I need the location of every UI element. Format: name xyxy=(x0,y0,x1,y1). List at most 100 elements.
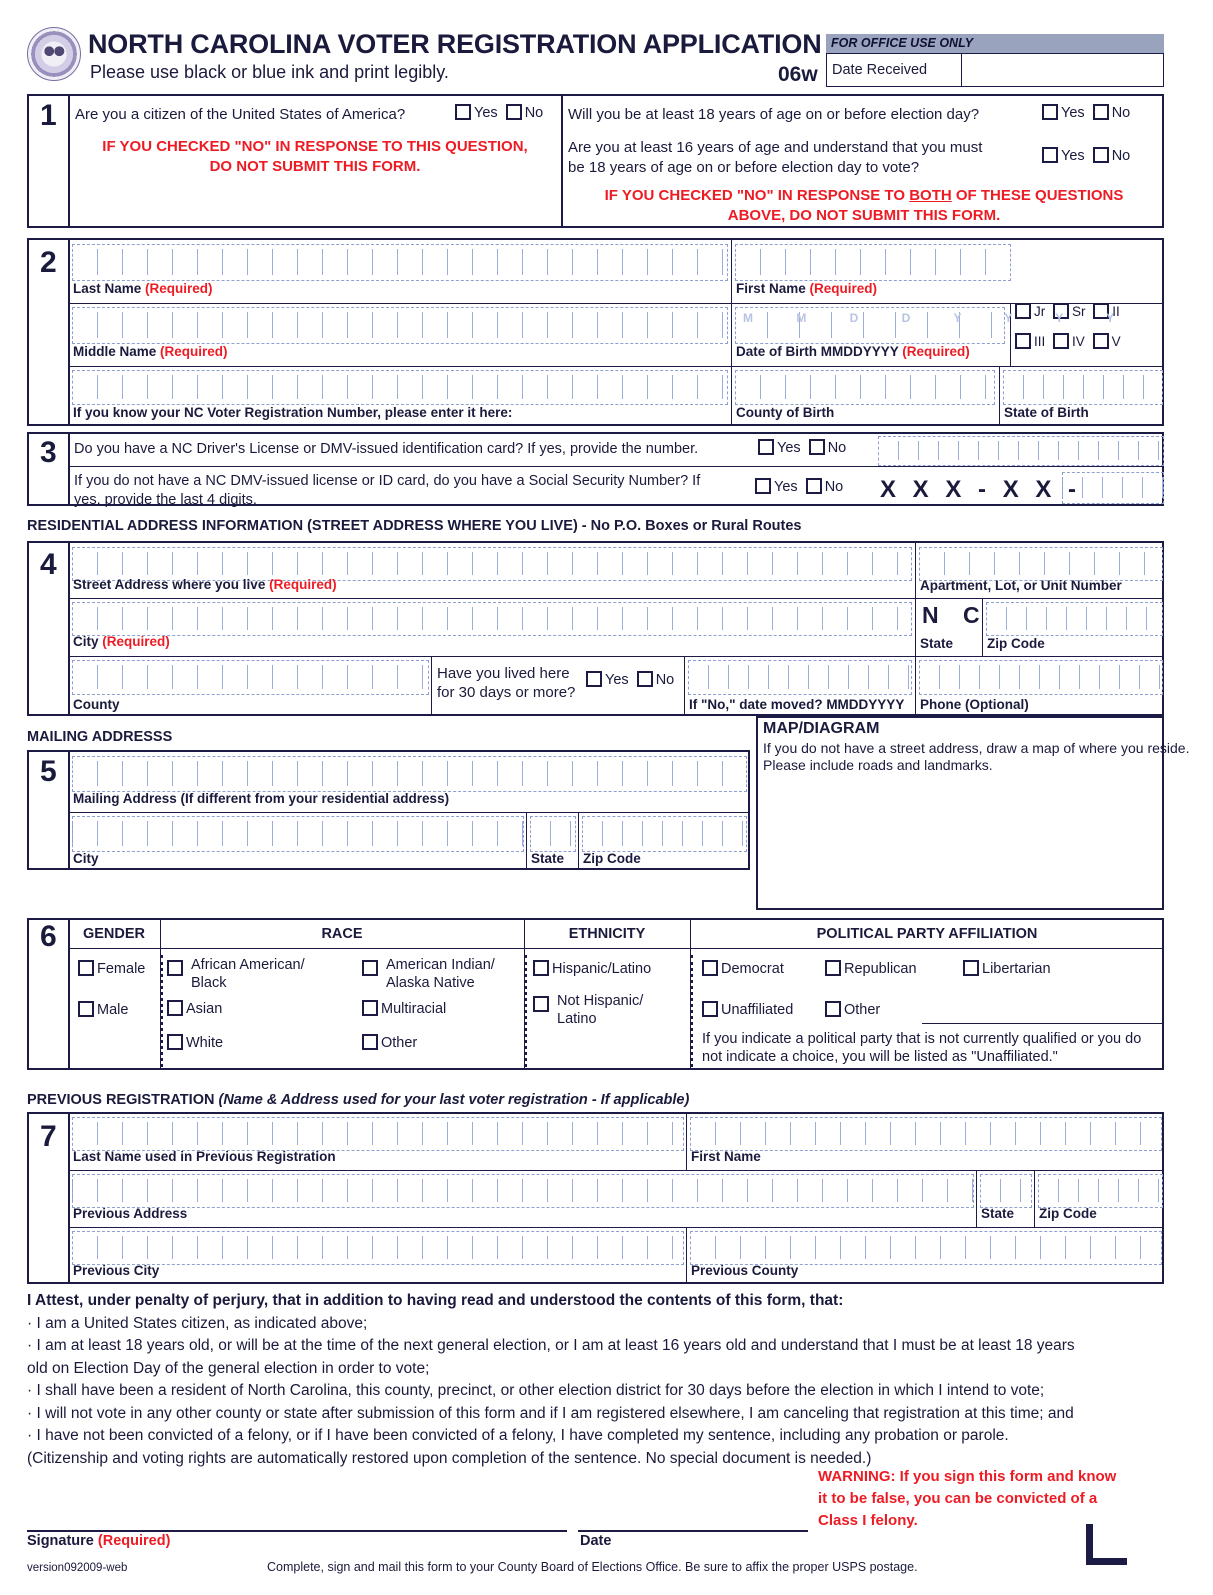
lived-question-line2: for 30 days or more? xyxy=(437,684,576,701)
city-input[interactable] xyxy=(72,602,912,636)
age18-yes-label: Yes xyxy=(1061,105,1085,121)
zip-code-input[interactable] xyxy=(986,602,1163,636)
previous-city-input[interactable] xyxy=(72,1231,684,1265)
date-received-divider xyxy=(961,53,962,87)
previous-zip-input[interactable] xyxy=(1038,1174,1163,1208)
date-label: Date xyxy=(580,1533,612,1549)
party-republican-checkbox[interactable] xyxy=(825,960,841,976)
phone-input[interactable] xyxy=(919,660,1163,695)
drivers-license-number-input[interactable] xyxy=(878,436,1164,466)
lived-no-label: No xyxy=(655,672,675,688)
signature-line[interactable] xyxy=(27,1530,567,1532)
first-name-input[interactable] xyxy=(735,244,1011,281)
form-code: 06w xyxy=(778,63,818,86)
date-line[interactable] xyxy=(578,1530,808,1532)
last-name-input[interactable] xyxy=(72,244,728,281)
gender-male-checkbox[interactable] xyxy=(78,1001,94,1017)
race-asian-checkbox[interactable] xyxy=(167,1000,183,1016)
apartment-input[interactable] xyxy=(919,547,1163,581)
party-other-checkbox[interactable] xyxy=(825,1001,841,1017)
mailing-address-input[interactable] xyxy=(72,756,747,792)
county-of-birth-input[interactable] xyxy=(735,370,995,405)
ssn-yes-checkbox[interactable] xyxy=(755,478,771,494)
age16-no-checkbox[interactable] xyxy=(1092,147,1109,163)
attestation-item-1: · I am at least 18 years old, or will be… xyxy=(27,1337,1075,1354)
party-other-writein-input[interactable] xyxy=(922,1023,1162,1024)
citizen-no-checkbox[interactable] xyxy=(505,104,522,120)
state-of-birth-input[interactable] xyxy=(1003,370,1163,405)
race-american-indian-checkbox[interactable] xyxy=(362,960,378,976)
race-african-american-checkbox[interactable] xyxy=(167,960,183,976)
party-libertarian-checkbox[interactable] xyxy=(963,960,979,976)
gender-male-label: Male xyxy=(97,1002,129,1018)
age-warning-pre: IF YOU CHECKED "NO" IN RESPONSE TO xyxy=(604,187,910,204)
previous-address-input[interactable] xyxy=(72,1174,974,1208)
age16-yes-checkbox[interactable] xyxy=(1042,147,1058,163)
section-3-numdiv xyxy=(68,432,70,506)
previous-last-name-input[interactable] xyxy=(72,1117,684,1151)
s7-rule2 xyxy=(68,1227,1164,1228)
page-title: NORTH CAROLINA VOTER REGISTRATION APPLIC… xyxy=(88,29,822,59)
date-received-label: Date Received xyxy=(832,62,928,78)
previous-county-input[interactable] xyxy=(690,1231,1162,1265)
street-address-input[interactable] xyxy=(72,547,912,581)
party-unaffiliated-checkbox[interactable] xyxy=(702,1001,718,1017)
race-african-american-row[interactable]: African American/ Black xyxy=(167,956,367,992)
previous-first-name-input[interactable] xyxy=(690,1117,1162,1151)
ethnicity-not-hispanic-row[interactable]: Not Hispanic/ Latino xyxy=(533,992,683,1028)
previous-last-name-label: Last Name used in Previous Registration xyxy=(73,1149,336,1164)
section-1-numdiv xyxy=(68,94,70,228)
attestation-item-3: · I shall have been a resident of North … xyxy=(27,1382,1045,1399)
date-moved-div xyxy=(684,656,685,716)
middle-name-input[interactable] xyxy=(72,307,728,344)
state-of-birth-label: State of Birth xyxy=(1004,405,1089,420)
race-american-indian-row[interactable]: American Indian/ Alaska Native xyxy=(362,956,542,992)
middle-name-label: Middle Name (Required) xyxy=(73,344,228,359)
age-warning-both: BOTH xyxy=(909,187,952,204)
age18-yes-checkbox[interactable] xyxy=(1042,104,1058,120)
ethnicity-hispanic-checkbox[interactable] xyxy=(533,960,549,976)
county-input[interactable] xyxy=(72,660,429,695)
county-label: County xyxy=(73,697,120,712)
dl-yes-label: Yes xyxy=(777,440,801,456)
section-5-number: 5 xyxy=(40,755,57,788)
mailing-state-label: State xyxy=(531,851,565,866)
date-moved-input[interactable] xyxy=(688,660,912,695)
lived-yes-checkbox[interactable] xyxy=(586,671,602,687)
dl-yes-checkbox[interactable] xyxy=(758,439,774,455)
age-warning-line2: ABOVE, DO NOT SUBMIT THIS FORM. xyxy=(727,207,1001,224)
age18-question: Will you be at least 18 years of age on … xyxy=(568,106,980,123)
race-white-checkbox[interactable] xyxy=(167,1034,183,1050)
city-label: City (Required) xyxy=(73,634,170,649)
ssn-mask-text: X X X - X X - xyxy=(880,476,1082,503)
voter-reg-number-input[interactable] xyxy=(72,370,728,405)
age16-no-label: No xyxy=(1111,148,1131,164)
lived-no-checkbox[interactable] xyxy=(636,671,653,687)
previous-state-label: State xyxy=(981,1206,1015,1221)
gender-female-checkbox[interactable] xyxy=(78,960,94,976)
age18-no-checkbox[interactable] xyxy=(1092,104,1109,120)
race-multiracial-checkbox[interactable] xyxy=(362,1000,378,1016)
ethnicity-not-hispanic-checkbox[interactable] xyxy=(533,996,549,1012)
ssn-question-line2: yes, provide the last 4 digits. xyxy=(74,492,257,508)
voter-reg-number-label: If you know your NC Voter Registration N… xyxy=(73,405,513,420)
suffix-iv-checkbox[interactable] xyxy=(1053,333,1070,349)
mailing-city-input[interactable] xyxy=(72,816,524,852)
mailing-zip-input[interactable] xyxy=(582,816,747,852)
s6-dot-div-gender xyxy=(160,955,163,1067)
citizen-yes-checkbox[interactable] xyxy=(455,104,471,120)
section-2-number: 2 xyxy=(40,246,57,279)
suffix-v-checkbox[interactable] xyxy=(1092,333,1109,349)
ssn-last4-input[interactable] xyxy=(1062,472,1164,504)
previous-state-input[interactable] xyxy=(980,1174,1032,1208)
suffix-iii-checkbox[interactable] xyxy=(1015,333,1031,349)
race-african-american-label: African American/ Black xyxy=(191,957,305,991)
party-democrat-checkbox[interactable] xyxy=(702,960,718,976)
race-other-checkbox[interactable] xyxy=(362,1034,378,1050)
dl-no-checkbox[interactable] xyxy=(808,439,825,455)
mailing-state-input[interactable] xyxy=(530,816,576,852)
ssn-no-checkbox[interactable] xyxy=(805,478,822,494)
suffix-iii-label: III xyxy=(1034,334,1046,349)
section-1-number: 1 xyxy=(40,99,57,132)
citizen-question: Are you a citizen of the United States o… xyxy=(75,106,406,123)
